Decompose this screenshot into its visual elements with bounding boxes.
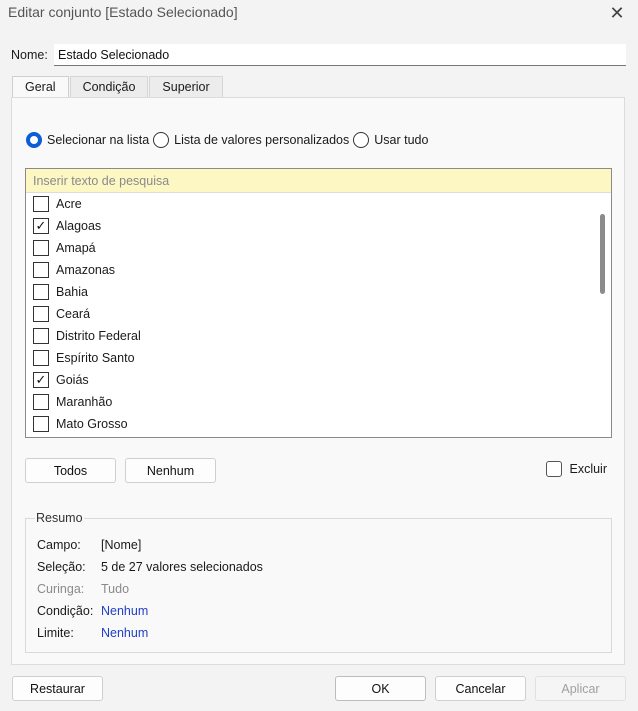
radio-button[interactable] (353, 132, 370, 148)
value-list-box: Acre ✓ Alagoas Amapá Amazonas Bahia Ceará… (25, 168, 612, 438)
limit-link[interactable]: Nenhum (101, 626, 148, 644)
list-item-label: Ceará (56, 307, 91, 321)
checkbox[interactable] (33, 328, 49, 344)
summary-row-limit: Limite: Nenhum (37, 626, 148, 644)
selection-mode-group: Selecionar na lista Lista de valores per… (26, 131, 432, 149)
summary-legend: Resumo (35, 511, 84, 525)
summary-value: [Nome] (101, 538, 142, 552)
list-item[interactable]: Amapá (33, 238, 96, 258)
list-item-label: Amapá (56, 241, 96, 255)
tab-condicao[interactable]: Condição (69, 76, 149, 98)
list-item[interactable]: ✓ Alagoas (33, 216, 101, 236)
list-item[interactable]: Ceará (33, 304, 90, 324)
summary-key: Limite: (37, 626, 74, 640)
title-bar: Editar conjunto [Estado Selecionado] ✕ (0, 0, 638, 26)
exclude-label: Excluir (569, 462, 607, 476)
radio-label: Usar tudo (374, 133, 429, 147)
list-item-label: Alagoas (56, 219, 102, 233)
list-item[interactable]: Bahia (33, 282, 88, 302)
value-list: Acre ✓ Alagoas Amapá Amazonas Bahia Ceará… (26, 194, 592, 437)
radio-label: Lista de valores personalizados (174, 133, 350, 147)
restore-button[interactable]: Restaurar (12, 676, 103, 701)
list-item-label: Espírito Santo (56, 351, 135, 365)
checkbox[interactable] (33, 240, 49, 256)
checkbox[interactable] (33, 196, 49, 212)
summary-row-field: Campo: [Nome] (37, 538, 141, 556)
list-item[interactable]: ✓ Goiás (33, 370, 89, 390)
radio-button[interactable] (26, 132, 42, 148)
summary-key: Condição: (37, 604, 94, 618)
checkbox[interactable]: ✓ (33, 218, 49, 234)
checkbox[interactable] (33, 416, 49, 432)
condition-link[interactable]: Nenhum (101, 604, 148, 622)
tab-geral[interactable]: Geral (12, 76, 69, 99)
radio-select-from-list[interactable]: Selecionar na lista (26, 132, 149, 148)
list-scrollbar[interactable] (593, 194, 611, 437)
list-item-label: Amazonas (56, 263, 116, 277)
list-item[interactable]: Espírito Santo (33, 348, 135, 368)
summary-value: Tudo (101, 582, 130, 596)
name-row: Nome: (11, 44, 627, 66)
radio-use-all[interactable]: Usar tudo (353, 132, 428, 148)
checkbox[interactable] (33, 394, 49, 410)
scrollbar-thumb[interactable] (600, 214, 605, 294)
checkbox[interactable] (33, 306, 49, 322)
list-item-label: Acre (56, 197, 82, 211)
summary-value: 5 de 27 valores selecionados (101, 560, 263, 574)
search-input[interactable] (26, 169, 611, 193)
list-item[interactable]: Amazonas (33, 260, 115, 280)
checkmark-icon: ✓ (35, 372, 47, 387)
summary-key: Curinga: (37, 582, 85, 596)
radio-custom-value-list[interactable]: Lista de valores personalizados (153, 132, 349, 148)
list-item[interactable]: Mato Grosso (33, 414, 128, 434)
ok-button[interactable]: OK (335, 676, 426, 701)
list-item-label: Goiás (56, 373, 89, 387)
checkbox[interactable] (33, 284, 49, 300)
checkbox[interactable] (33, 350, 49, 366)
general-panel: Selecionar na lista Lista de valores per… (11, 97, 625, 665)
close-icon[interactable]: ✕ (604, 2, 630, 24)
select-none-button[interactable]: Nenhum (125, 458, 216, 483)
exclude-toggle[interactable]: Excluir (546, 461, 607, 477)
cancel-button[interactable]: Cancelar (435, 676, 526, 701)
summary-group: Resumo Campo: [Nome] Seleção: 5 de 27 va… (25, 511, 612, 653)
list-item[interactable]: Distrito Federal (33, 326, 141, 346)
summary-row-condition: Condição: Nenhum (37, 604, 148, 622)
list-item[interactable]: Maranhão (33, 392, 112, 412)
checkbox[interactable]: ✓ (33, 372, 49, 388)
list-item-label: Distrito Federal (56, 329, 141, 343)
list-item-label: Maranhão (56, 395, 113, 409)
radio-button[interactable] (153, 132, 170, 148)
tab-superior[interactable]: Superior (149, 76, 223, 98)
tab-bar: Geral Condição Superior (12, 76, 224, 99)
window-title: Editar conjunto [Estado Selecionado] (8, 4, 238, 20)
radio-label: Selecionar na lista (47, 133, 150, 147)
checkmark-icon: ✓ (35, 218, 47, 233)
name-label: Nome: (11, 48, 48, 62)
summary-row-selection: Seleção: 5 de 27 valores selecionados (37, 560, 263, 578)
apply-button[interactable]: Aplicar (535, 676, 626, 701)
checkbox[interactable] (33, 262, 49, 278)
summary-key: Seleção: (37, 560, 86, 574)
list-item-label: Mato Grosso (56, 417, 128, 431)
exclude-checkbox[interactable] (546, 461, 563, 477)
summary-key: Campo: (37, 538, 81, 552)
summary-row-wildcard: Curinga: Tudo (37, 582, 129, 600)
list-item-label: Bahia (56, 285, 88, 299)
name-input[interactable] (54, 44, 626, 66)
list-item[interactable]: Acre (33, 194, 82, 214)
select-all-button[interactable]: Todos (25, 458, 116, 483)
